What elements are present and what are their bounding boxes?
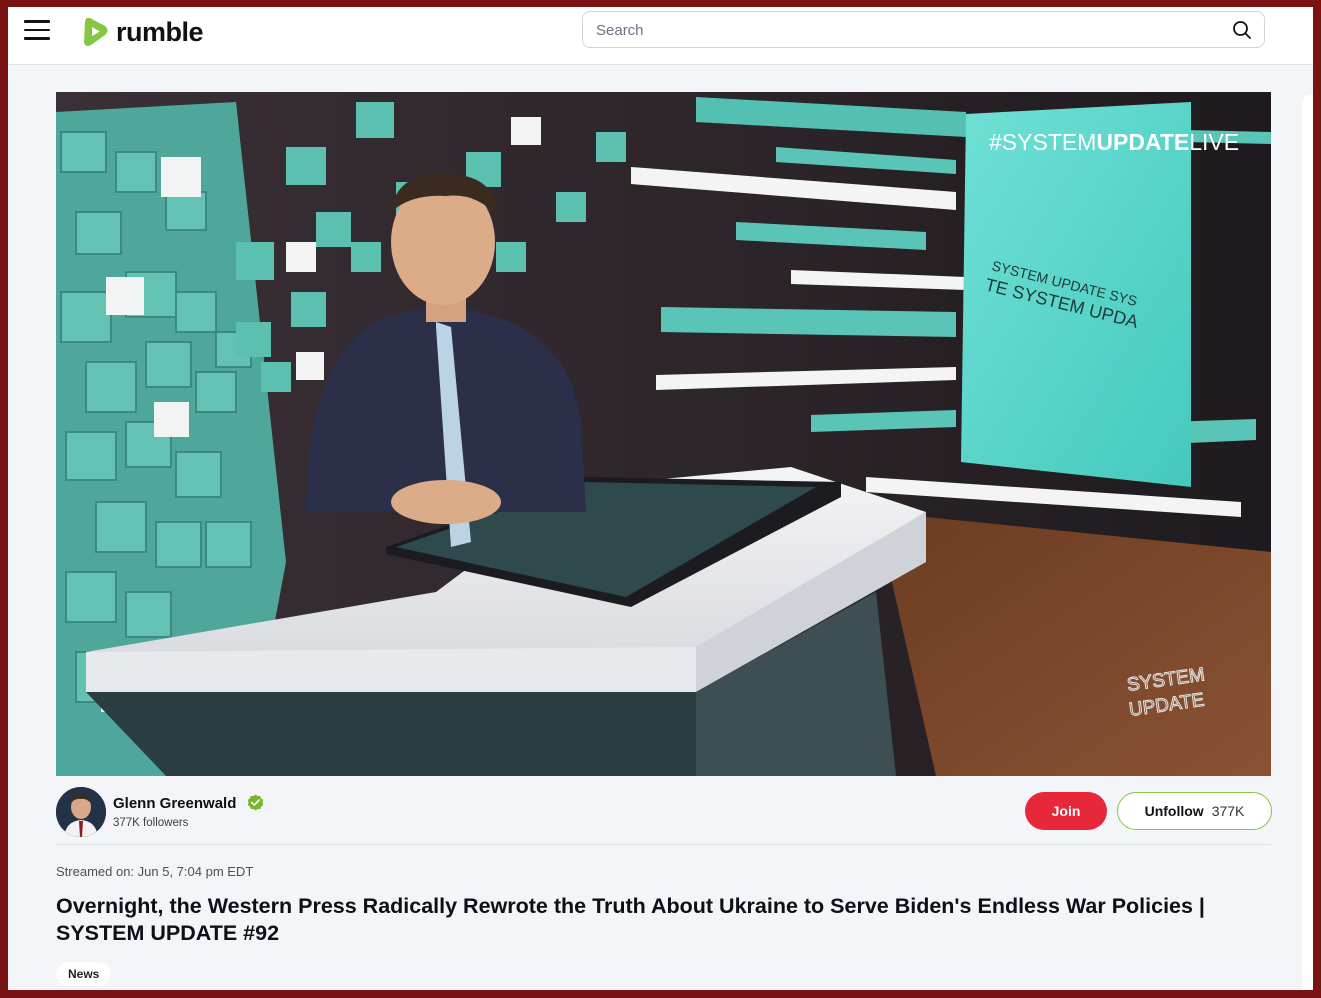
rumble-logo-icon [84,17,108,46]
side-panel-edge [1302,95,1313,990]
followers-count: 377K followers [113,817,189,829]
unfollow-button[interactable]: Unfollow 377K [1117,792,1272,830]
hashtag-suffix: LIVE [1189,129,1239,155]
top-header: rumble [8,7,1313,65]
verified-check-icon [247,794,264,811]
search-icon[interactable] [1232,20,1252,40]
join-button[interactable]: Join [1025,792,1107,830]
search-input[interactable] [596,19,1196,41]
unfollow-count: 377K [1211,803,1245,819]
channel-name[interactable]: Glenn Greenwald [113,795,236,812]
logo-text: rumble [116,16,204,47]
streamed-date: Streamed on: Jun 5, 7:04 pm EDT [56,864,254,879]
hashtag-text: #SYSTEMUPDATELIVE [989,129,1239,155]
hashtag-prefix: #SYSTEM [989,129,1096,155]
channel-row: Glenn Greenwald 377K followers Join Unfo… [56,785,1272,845]
avatar[interactable] [56,787,106,837]
category-tag[interactable]: News [56,962,112,986]
avatar-image [56,787,106,837]
page-frame: rumble Search #SYSTEMUPDATELIVE SYSTEM U… [8,7,1313,990]
search-box [582,11,1265,48]
video-player[interactable]: #SYSTEMUPDATELIVE SYSTEM UPDATE SYS TE S… [56,92,1271,776]
video-title: Overnight, the Western Press Radically R… [56,894,1205,945]
unfollow-label: Unfollow [1144,803,1204,819]
video-frame: #SYSTEMUPDATELIVE SYSTEM UPDATE SYS TE S… [56,92,1271,776]
hashtag-bold: UPDATE [1096,129,1189,155]
rumble-logo[interactable]: rumble [81,15,204,49]
hamburger-menu-icon[interactable] [24,20,50,42]
